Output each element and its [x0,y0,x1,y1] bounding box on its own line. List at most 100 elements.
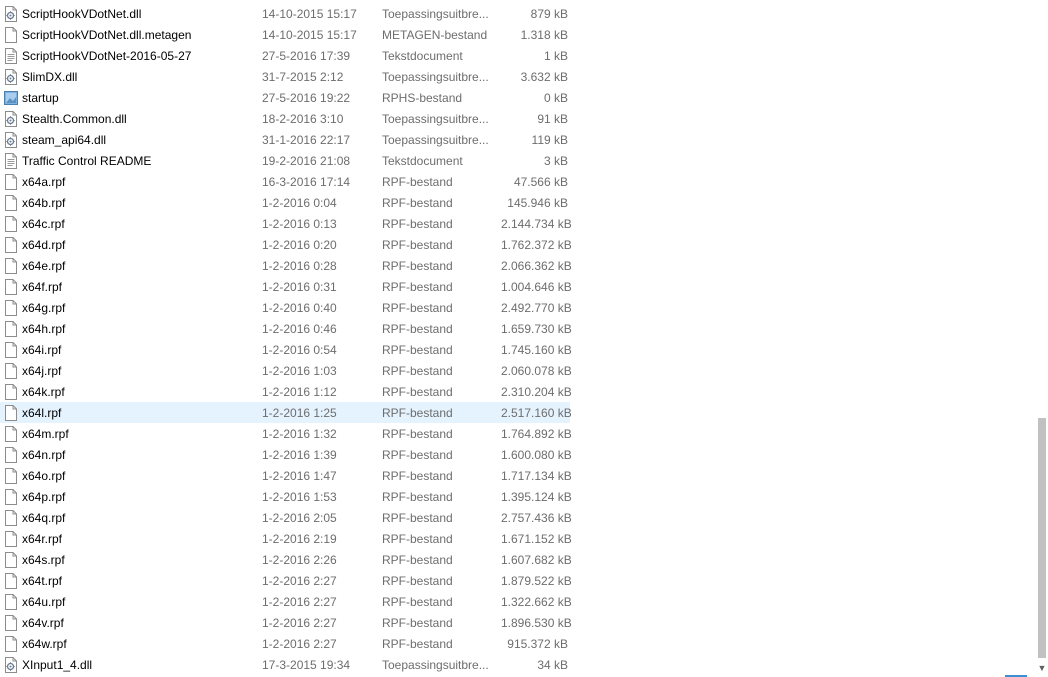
file-row[interactable]: x64t.rpf 1-2-2016 2:27 RPF-bestand 1.879.52… [0,570,572,591]
file-row[interactable]: x64p.rpf 1-2-2016 1:53 RPF-bestand 1.395.12… [0,486,572,507]
file-row[interactable]: ScriptHookVDotNet.dll 14-10-2015 15:17 Toe… [0,3,570,24]
file-row[interactable]: XInput1_4.dll 17-3-2015 19:34 Toepassingsu… [0,654,570,675]
file-date-modified: 1-2-2016 2:19 [262,532,337,546]
file-date-modified: 27-5-2016 17:39 [262,49,351,63]
file-size: 879 kB [530,7,568,21]
text-file-icon [4,153,18,169]
file-row[interactable]: ScriptHookVDotNet.dll.metagen 14-10-2015 … [0,24,570,45]
file-row[interactable]: x64d.rpf 1-2-2016 0:20 RPF-bestand 1.762.37… [0,234,572,255]
file-row[interactable]: startup 27-5-2016 19:22 RPHS-bestand 0 kB [0,87,570,108]
file-row[interactable]: x64r.rpf 1-2-2016 2:19 RPF-bestand 1.671.15… [0,528,572,549]
file-size: 34 kB [537,658,568,672]
file-row[interactable]: x64v.rpf 1-2-2016 2:27 RPF-bestand 1.896.53… [0,612,572,633]
scroll-down-arrow-icon[interactable]: ▼ [1036,661,1048,675]
file-date-modified: 1-2-2016 1:32 [262,427,337,441]
file-type: RPF-bestand [382,301,453,315]
file-size: 1.322.662 kB [501,595,572,609]
file-type: RPF-bestand [382,196,453,210]
file-date-modified: 1-2-2016 2:27 [262,637,337,651]
file-size: 3 kB [543,154,568,168]
file-name: x64j.rpf [22,364,62,378]
file-row[interactable]: x64s.rpf 1-2-2016 2:26 RPF-bestand 1.607.68… [0,549,572,570]
blank-file-icon [4,384,18,400]
file-row[interactable]: steam_api64.dll 31-1-2016 22:17 Toepassing… [0,129,570,150]
file-type: RPF-bestand [382,406,453,420]
file-date-modified: 1-2-2016 1:25 [262,406,337,420]
file-type: Toepassingsuitbre... [382,133,489,147]
blank-file-icon [4,258,18,274]
file-row[interactable]: x64k.rpf 1-2-2016 1:12 RPF-bestand 2.310.20… [0,381,572,402]
file-row[interactable]: x64n.rpf 1-2-2016 1:39 RPF-bestand 1.600.08… [0,444,572,465]
file-row[interactable]: x64l.rpf 1-2-2016 1:25 RPF-bestand 2.517.16… [0,402,572,423]
file-name: x64f.rpf [22,280,63,294]
file-type: RPF-bestand [382,532,453,546]
file-date-modified: 31-1-2016 22:17 [262,133,351,147]
file-size: 2.517.160 kB [501,406,572,420]
file-name: ScriptHookVDotNet.dll [22,7,142,21]
file-row[interactable]: x64m.rpf 1-2-2016 1:32 RPF-bestand 1.764.89… [0,423,572,444]
file-row[interactable]: x64e.rpf 1-2-2016 0:28 RPF-bestand 2.066.36… [0,255,572,276]
file-type: RPF-bestand [382,364,453,378]
file-row[interactable]: x64h.rpf 1-2-2016 0:46 RPF-bestand 1.659.73… [0,318,572,339]
file-size: 2.066.362 kB [501,259,572,273]
file-size: 1.896.530 kB [501,616,572,630]
blank-file-icon [4,300,18,316]
file-size: 119 kB [531,133,568,147]
file-row[interactable]: x64q.rpf 1-2-2016 2:05 RPF-bestand 2.757.43… [0,507,572,528]
file-row[interactable]: x64o.rpf 1-2-2016 1:47 RPF-bestand 1.717.13… [0,465,572,486]
file-name: x64k.rpf [22,385,65,399]
file-size: 1.762.372 kB [501,238,572,252]
file-row[interactable]: Stealth.Common.dll 18-2-2016 3:10 Toepassi… [0,108,570,129]
file-name: x64r.rpf [22,532,63,546]
blank-file-icon [4,405,18,421]
file-size: 2.757.436 kB [501,511,572,525]
file-row[interactable]: SlimDX.dll 31-7-2015 2:12 Toepassingsuitbr… [0,66,570,87]
file-date-modified: 1-2-2016 0:40 [262,301,337,315]
file-name: x64n.rpf [22,448,66,462]
file-name: SlimDX.dll [22,70,78,84]
file-row[interactable]: x64j.rpf 1-2-2016 1:03 RPF-bestand 2.060.07… [0,360,572,381]
file-size: 915.372 kB [507,637,568,651]
file-size: 1.745.160 kB [501,343,572,357]
file-row[interactable]: x64f.rpf 1-2-2016 0:31 RPF-bestand 1.004.64… [0,276,572,297]
file-row[interactable]: x64a.rpf 16-3-2016 17:14 RPF-bestand 47.566… [0,171,570,192]
file-name: x64t.rpf [22,574,63,588]
file-row[interactable]: ScriptHookVDotNet-2016-05-27 27-5-2016 17… [0,45,570,66]
file-size: 2.310.204 kB [501,385,572,399]
file-name: Stealth.Common.dll [22,112,127,126]
file-size: 91 kB [537,112,568,126]
file-row[interactable]: x64g.rpf 1-2-2016 0:40 RPF-bestand 2.492.77… [0,297,572,318]
blank-file-icon [4,615,18,631]
file-size: 0 kB [543,91,568,105]
file-row[interactable]: x64u.rpf 1-2-2016 2:27 RPF-bestand 1.322.66… [0,591,572,612]
file-name: steam_api64.dll [22,133,107,147]
blank-file-icon [4,237,18,253]
dll-file-icon [4,6,18,22]
file-type: RPF-bestand [382,448,453,462]
vertical-scrollbar[interactable]: ▼ [1036,0,1048,677]
file-date-modified: 1-2-2016 0:20 [262,238,337,252]
file-type: Toepassingsuitbre... [382,658,489,672]
dll-file-icon [4,111,18,127]
scrollbar-thumb[interactable] [1038,418,1046,658]
file-row[interactable]: x64i.rpf 1-2-2016 0:54 RPF-bestand 1.745.16… [0,339,572,360]
file-row[interactable]: x64b.rpf 1-2-2016 0:04 RPF-bestand 145.946 … [0,192,570,213]
blank-file-icon [4,321,18,337]
file-type: RPF-bestand [382,427,453,441]
blank-file-icon [4,216,18,232]
file-name: x64q.rpf [22,511,66,525]
file-name: x64l.rpf [22,406,62,420]
file-type: RPF-bestand [382,175,453,189]
file-date-modified: 14-10-2015 15:17 [262,28,357,42]
file-type: RPF-bestand [382,637,453,651]
blank-file-icon [4,636,18,652]
file-row[interactable]: x64c.rpf 1-2-2016 0:13 RPF-bestand 2.144.73… [0,213,572,234]
file-name: x64b.rpf [22,196,66,210]
file-name: x64p.rpf [22,490,66,504]
blank-file-icon [4,489,18,505]
file-date-modified: 1-2-2016 2:27 [262,595,337,609]
file-date-modified: 1-2-2016 0:46 [262,322,337,336]
file-row[interactable]: Traffic Control README 19-2-2016 21:08 Tek… [0,150,570,171]
file-row[interactable]: x64w.rpf 1-2-2016 2:27 RPF-bestand 915.372 … [0,633,570,654]
file-date-modified: 1-2-2016 2:05 [262,511,337,525]
